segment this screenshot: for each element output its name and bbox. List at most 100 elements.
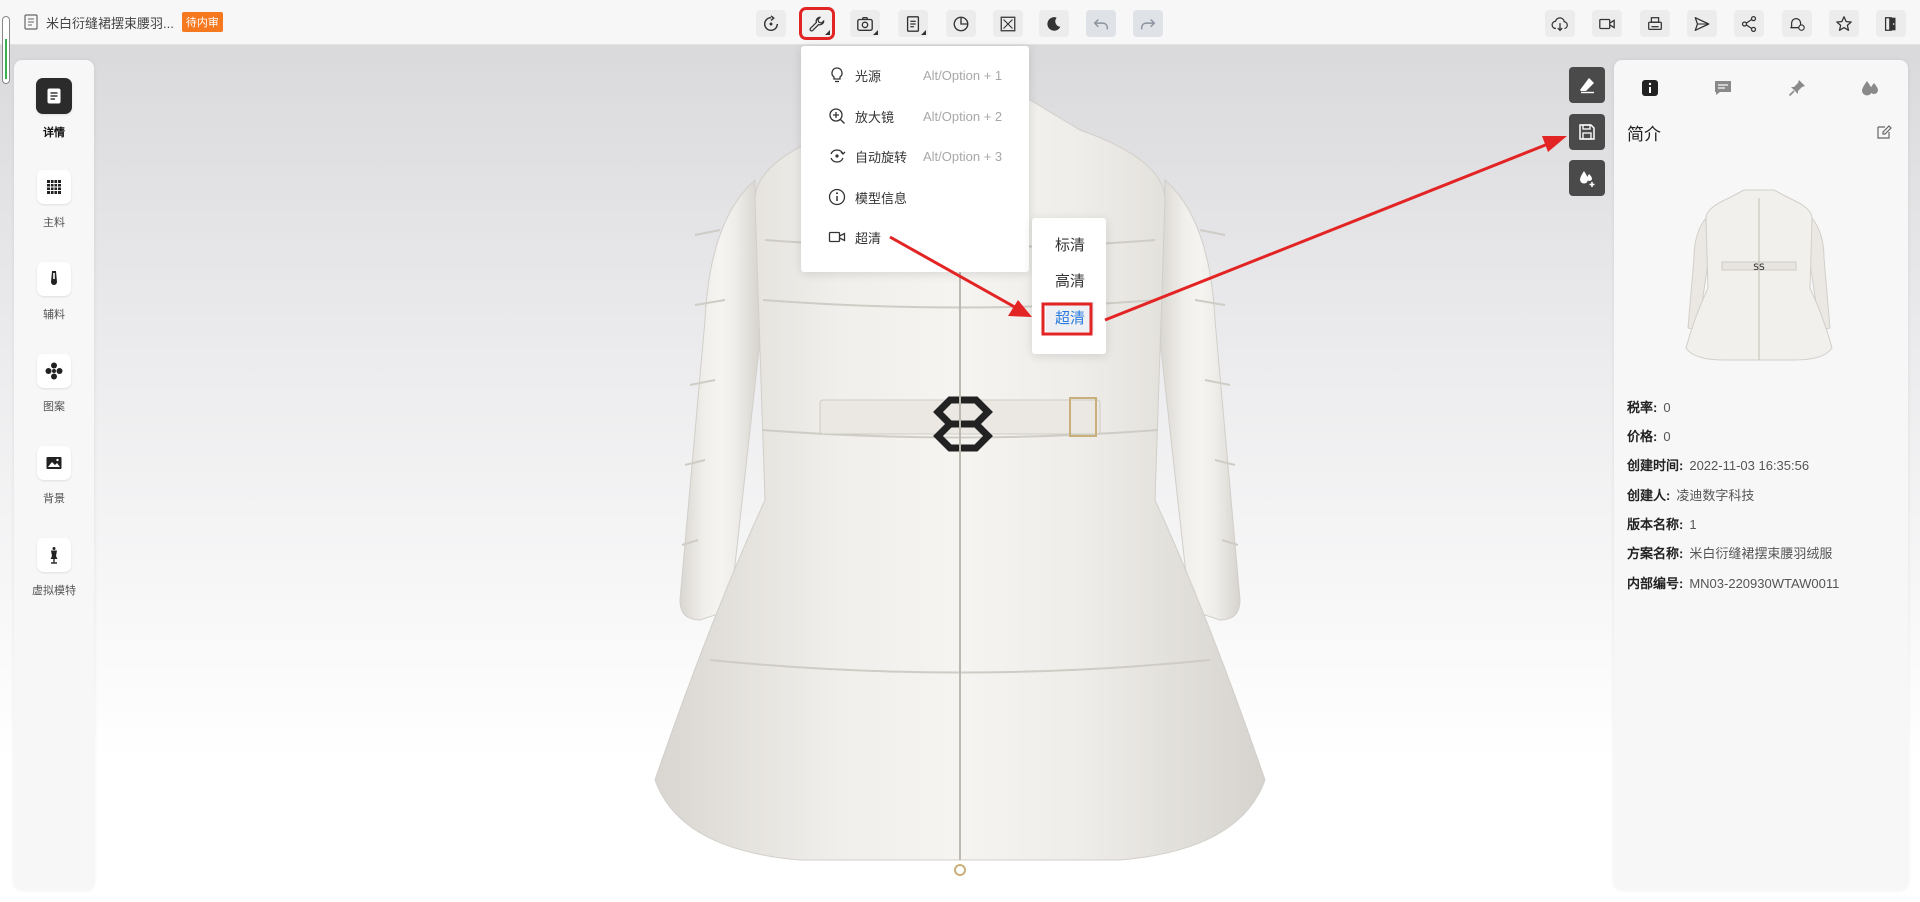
sidebar-item-virtual-model[interactable]: 虚拟模特 [14,538,94,598]
menu-item-resolution[interactable]: 超清 [801,217,1029,257]
screenshot-button[interactable] [850,10,880,37]
menu-item-label: 自动旋转 [855,149,908,165]
fabric-grid-icon [47,180,61,194]
menu-item-label: 模型信息 [855,190,908,206]
info-row-internal-code: 内部编号: MN03-220930WTAW0011 [1627,576,1840,591]
printer-icon [1648,16,1662,30]
menu-item-light-source[interactable]: 光源 Alt/Option + 1 [801,55,1029,95]
bulb-icon [831,67,843,83]
rotate-reset-button[interactable] [756,10,786,37]
rotate-reset-icon [763,14,779,31]
menu-item-shortcut: Alt/Option + 1 [923,67,1003,83]
page-scrollbar[interactable] [2,16,10,84]
video-icon [828,231,846,243]
info-row-version-name: 版本名称: 1 [1627,517,1697,532]
chart-button[interactable] [946,10,976,37]
sidebar-item-background[interactable]: 背景 [14,446,94,506]
menu-item-magnifier[interactable]: 放大镜 Alt/Option + 2 [801,96,1029,136]
right-info-panel: 简介 SS 税率: 0 价格: 0 创建时间: 2022-11-03 16:35:56… [1614,60,1908,890]
menu-item-label: 放大镜 [855,109,895,125]
menu-item-shortcut: Alt/Option + 2 [923,108,1003,124]
info-row-creator: 创建人: 凌迪数字科技 [1627,488,1755,503]
record-button[interactable] [1592,10,1622,37]
fit-screen-button[interactable] [993,10,1023,37]
resolution-option-uhd[interactable]: 超清 [1046,302,1094,332]
save-button[interactable] [1569,114,1605,150]
reminder-button[interactable] [1782,10,1812,37]
status-badge: 待内审 [181,12,223,32]
send-button[interactable] [1687,10,1717,37]
add-color-button[interactable] [1569,160,1605,196]
share-button[interactable] [1734,10,1764,37]
menu-item-label: 光源 [855,68,882,84]
document-title[interactable]: 米白衍缝裙摆束腰羽... [46,13,174,32]
eraser-button[interactable] [1569,67,1605,103]
info-row-price: 价格: 0 [1627,429,1671,444]
document-title-area: 米白衍缝裙摆束腰羽... 待内审 [24,12,223,32]
tab-info[interactable] [1632,70,1668,106]
undo-button[interactable] [1086,10,1116,37]
camera-icon [857,16,873,31]
undo-icon [1093,18,1109,29]
garment-thumbnail: SS [1685,189,1833,361]
tab-comments[interactable] [1705,70,1741,106]
zoom-in-icon [829,108,845,124]
image-icon [46,457,62,469]
eraser-icon [1580,78,1594,94]
cloud-download-icon [1551,16,1568,31]
sidebar-item-label: 图案 [43,401,65,413]
info-row-tax-rate: 税率: 0 [1627,400,1671,415]
sidebar-item-details[interactable]: 详情 [14,78,94,140]
menu-item-label: 超清 [855,230,882,246]
top-toolbar: 米白衍缝裙摆束腰羽... 待内审 [0,0,1920,45]
info-icon [1642,80,1658,96]
menu-item-shortcut: Alt/Option + 3 [923,148,1003,164]
redo-icon [1140,18,1156,29]
cloud-download-button[interactable] [1545,10,1575,37]
info-icon [828,188,846,206]
sidebar-item-label: 背景 [43,493,65,505]
document-button[interactable] [898,10,928,37]
dark-mode-button[interactable] [1039,10,1069,37]
sidebar-item-label: 虚拟模特 [32,585,76,597]
moon-icon [1047,16,1061,31]
favorite-button[interactable] [1829,10,1859,37]
sidebar-item-main-fabric[interactable]: 主料 [14,170,94,230]
send-icon [1694,16,1710,31]
sidebar-item-label: 主料 [43,217,65,229]
document-icon [47,88,61,104]
document-icon [906,15,920,32]
tab-colors[interactable] [1852,70,1888,106]
exit-button[interactable] [1876,10,1906,37]
drops-icon [1862,81,1878,96]
video-camera-icon [1599,18,1615,29]
pie-chart-icon [953,16,969,31]
info-row-scheme-name: 方案名称: 米白衍缝裙摆束腰羽绒服 [1627,546,1833,561]
tab-pins[interactable] [1779,70,1815,106]
pin-icon [1788,80,1805,97]
pattern-icon [45,362,63,380]
print-button[interactable] [1640,10,1670,37]
share-icon [1741,15,1757,32]
auto-rotate-icon [830,149,846,163]
resolution-option-hd[interactable]: 高清 [1046,265,1094,295]
resolution-submenu: 标清 高清 超清 [1032,218,1106,354]
save-icon [1579,124,1595,140]
sidebar-item-pattern[interactable]: 图案 [14,354,94,414]
fit-screen-icon [1000,16,1016,31]
info-row-created-time: 创建时间: 2022-11-03 16:35:56 [1627,458,1810,473]
menu-item-model-info[interactable]: 模型信息 [801,177,1029,217]
wrench-icon [809,16,825,32]
mannequin-icon [50,547,58,564]
left-sidebar: 详情 主料 辅料 图案 背景 虚拟模特 [14,60,94,890]
edit-icon[interactable] [1876,124,1892,140]
tools-button[interactable] [799,7,835,40]
redo-button[interactable] [1133,10,1163,37]
tools-dropdown-menu: 光源 Alt/Option + 1 放大镜 Alt/Option + 2 自动旋… [801,46,1029,272]
menu-item-auto-rotate[interactable]: 自动旋转 Alt/Option + 3 [801,136,1029,176]
zipper-icon [51,271,57,285]
sidebar-item-label: 详情 [43,127,65,139]
sidebar-item-accessories[interactable]: 辅料 [14,262,94,322]
resolution-option-sd[interactable]: 标清 [1046,229,1094,259]
sidebar-item-label: 辅料 [43,309,65,321]
